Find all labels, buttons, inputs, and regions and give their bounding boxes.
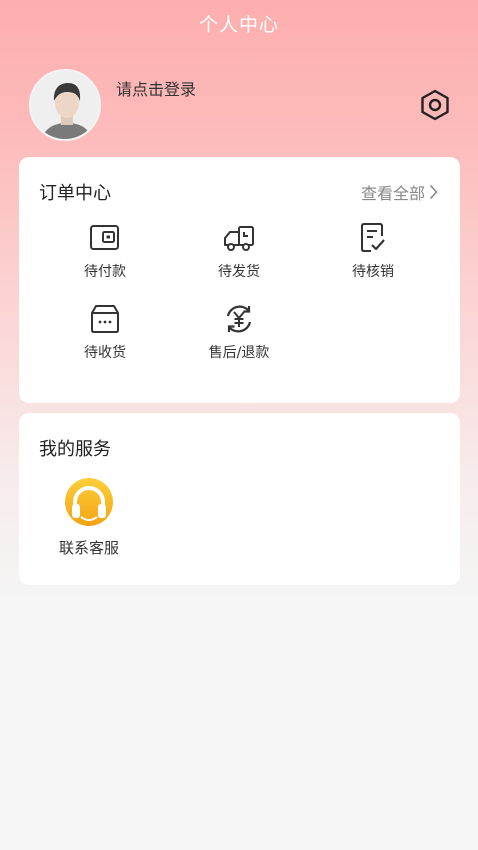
view-all-orders-link[interactable]: 查看全部 xyxy=(361,180,438,204)
order-center-card: 订单中心 查看全部 待付款 待发货 待核销 待收货 售后/退款 xyxy=(19,157,460,403)
box-icon xyxy=(91,305,119,333)
order-pending-receipt[interactable]: 待收货 xyxy=(50,302,160,362)
view-all-label: 查看全部 xyxy=(360,184,425,203)
my-services-title: 我的服务 xyxy=(39,439,111,460)
settings-hexagon-icon xyxy=(421,89,449,121)
order-item-label: 售后/退款 xyxy=(208,345,270,361)
order-after-sales-refund[interactable]: 售后/退款 xyxy=(184,302,294,362)
order-item-label: 待付款 xyxy=(84,264,126,280)
contact-customer-service[interactable]: 联系客服 xyxy=(49,477,129,558)
login-prompt[interactable]: 请点击登录 xyxy=(116,76,196,100)
order-pending-verification[interactable]: 待核销 xyxy=(318,221,428,281)
user-avatar-icon xyxy=(31,71,99,139)
order-item-label: 待发货 xyxy=(218,264,260,280)
wallet-icon xyxy=(90,225,119,250)
settings-button[interactable] xyxy=(418,88,452,122)
avatar[interactable] xyxy=(29,69,101,141)
order-center-title: 订单中心 xyxy=(39,183,111,204)
chevron-right-icon xyxy=(429,184,438,200)
delivery-truck-icon xyxy=(224,226,254,251)
my-services-card: 我的服务 联系客服 xyxy=(19,413,460,585)
service-item-label: 联系客服 xyxy=(58,539,119,557)
headset-icon xyxy=(65,478,113,526)
order-item-label: 待收货 xyxy=(84,345,126,361)
order-pending-payment[interactable]: 待付款 xyxy=(50,221,160,281)
refund-yen-icon xyxy=(226,305,252,333)
page-title: 个人中心 xyxy=(198,14,279,36)
checklist-icon xyxy=(361,223,385,252)
order-item-label: 待核销 xyxy=(352,264,394,280)
order-pending-shipment[interactable]: 待发货 xyxy=(184,221,294,281)
